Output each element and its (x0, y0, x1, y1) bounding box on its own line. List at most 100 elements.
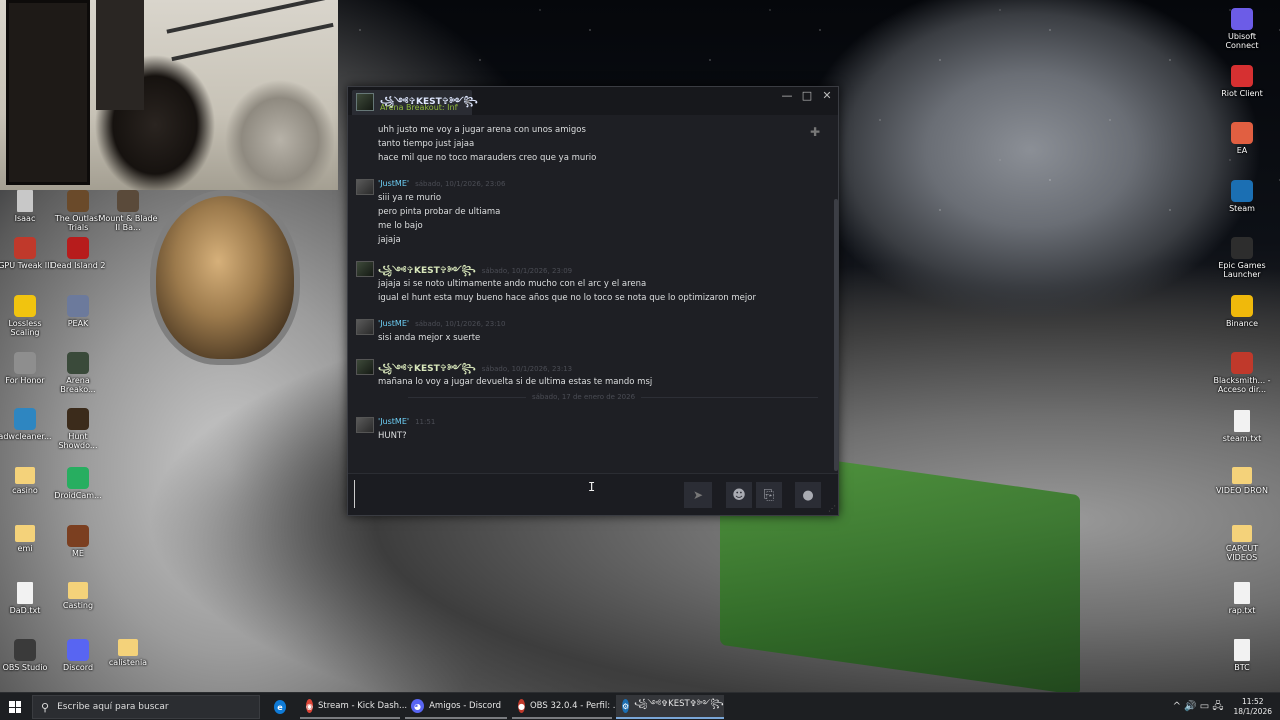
taskbar-app-3[interactable]: ● OBS 32.0.4 - Perfil: ... (512, 695, 621, 719)
taskbar-app-2[interactable]: ◕ Amigos - Discord (405, 695, 507, 719)
desktop-icon-right-2[interactable]: EA (1212, 122, 1272, 155)
desktop-icon-right-6[interactable]: Blacksmith... - Acceso dir... (1212, 352, 1272, 394)
desktop-icon-left-9[interactable]: adwcleaner... (0, 408, 55, 441)
sender-name[interactable]: 'JustME' (378, 179, 409, 188)
maximize-button[interactable]: □ (800, 89, 814, 103)
desktop-icon-right-8[interactable]: VIDEO DRON (1212, 467, 1272, 495)
desktop-icon-label: GPU Tweak III (0, 261, 52, 270)
message-timestamp: sábado, 10/1/2026, 23:13 (481, 365, 573, 373)
desktop-icon-left-13[interactable]: emi (0, 525, 55, 553)
desktop-icon-left-19[interactable]: calistenia (98, 639, 158, 667)
desktop-icon-label: Ubisoft Connect (1225, 32, 1259, 50)
message-text: mañana lo voy a jugar devuelta si de ult… (378, 377, 653, 387)
desktop-icon-left-12[interactable]: DroidCam... (48, 467, 108, 500)
minimize-button[interactable]: — (780, 89, 794, 103)
app-icon (14, 295, 36, 317)
app-icon (1231, 237, 1253, 259)
desktop-icon-label: casino (12, 486, 38, 495)
desktop-icon-right-5[interactable]: Binance (1212, 295, 1272, 328)
taskbar-app-icon: e (274, 700, 286, 714)
webcam-overlay (0, 0, 338, 190)
app-icon (67, 237, 89, 259)
sender-avatar[interactable] (356, 319, 374, 335)
desktop-icon-left-8[interactable]: Arena Breako... (48, 352, 108, 394)
sender-name[interactable]: ꧁༺✞KEST✞༻꧂ (378, 266, 476, 276)
desktop-icon-right-10[interactable]: rap.txt (1212, 582, 1272, 615)
chat-tab[interactable]: ꧁༺✞KEST✞༻꧂ Arena Breakout: Infi ✕ (352, 90, 478, 115)
sender-avatar[interactable] (356, 359, 374, 375)
desktop-icon-label: Hunt Showdo... (58, 432, 98, 450)
app-icon (67, 467, 89, 489)
app-icon (14, 639, 36, 661)
sender-avatar[interactable] (356, 261, 374, 277)
day-divider-label: sábado, 17 de enero de 2026 (526, 393, 642, 401)
desktop-icon-label: ME (72, 549, 84, 558)
desktop-icon-right-3[interactable]: Steam (1212, 180, 1272, 213)
desktop-icon-label: Blacksmith... - Acceso dir... (1213, 376, 1271, 394)
emoticon-button[interactable]: ☻ (726, 482, 752, 508)
taskbar-app-label: Stream - Kick Dash... (317, 701, 408, 711)
taskbar-app-0[interactable]: e (268, 695, 292, 719)
messages-scrollbar[interactable] (834, 199, 838, 471)
desktop-icon-left-14[interactable]: ME (48, 525, 108, 558)
send-button[interactable]: ➤ (684, 482, 712, 508)
desktop-icon-left-5[interactable]: Lossless Scaling (0, 295, 55, 337)
sender-name[interactable]: 'JustME' (378, 319, 409, 328)
desktop-icon-right-7[interactable]: steam.txt (1212, 410, 1272, 443)
attach-button[interactable]: ⎘ (756, 482, 782, 508)
app-icon (14, 352, 36, 374)
desktop-icon-label: Lossless Scaling (8, 319, 42, 337)
close-tab-icon[interactable]: ✕ (464, 98, 472, 108)
desktop-icon-left-4[interactable]: Dead Island 2 (48, 237, 108, 270)
sender-name[interactable]: 'JustME' (378, 417, 409, 426)
webcam-rack (171, 22, 334, 62)
desktop-icon-right-4[interactable]: Epic Games Launcher (1212, 237, 1272, 279)
sender-avatar[interactable] (356, 179, 374, 195)
desktop-icon-left-6[interactable]: PEAK (48, 295, 108, 328)
message-text: jajaja (378, 235, 401, 245)
close-button[interactable]: ✕ (820, 89, 834, 103)
desktop-icon-label: Steam (1229, 204, 1255, 213)
desktop-icon-right-0[interactable]: Ubisoft Connect (1212, 8, 1272, 50)
desktop-icon-left-17[interactable]: OBS Studio (0, 639, 55, 672)
day-divider: sábado, 17 de enero de 2026 (408, 393, 818, 401)
desktop-icon-label: Riot Client (1221, 89, 1263, 98)
desktop-icon-left-2[interactable]: Mount & Blade II Ba... (98, 190, 158, 232)
desktop-icon-label: steam.txt (1222, 434, 1262, 443)
folder-icon (15, 525, 35, 542)
desktop-icon-left-15[interactable]: DaD.txt (0, 582, 55, 615)
taskbar-app-4[interactable]: ⚙ ꧁༺✞KEST✞༻꧂ (616, 695, 724, 719)
sender-name[interactable]: ꧁༺✞KEST✞༻꧂ (378, 364, 476, 374)
desktop-icon-left-0[interactable]: Isaac (0, 190, 55, 223)
desktop-icon-left-3[interactable]: GPU Tweak III (0, 237, 55, 270)
desktop-icon-left-11[interactable]: casino (0, 467, 55, 495)
desktop-icon-label: VIDEO DRON (1216, 486, 1268, 495)
taskbar-search[interactable]: ⚲ Escribe aquí para buscar (32, 695, 260, 719)
desktop-icon-right-11[interactable]: BTC (1212, 639, 1272, 672)
desktop-icon-label: DaD.txt (9, 606, 41, 615)
desktop-icon-left-7[interactable]: For Honor (0, 352, 55, 385)
desktop-icon-left-10[interactable]: Hunt Showdo... (48, 408, 108, 450)
voice-chat-button[interactable]: ● (795, 482, 821, 508)
tray-icons[interactable]: ^ 🔊 ▭ 🖧 (1173, 699, 1224, 716)
taskbar-app-1[interactable]: ◉ Stream - Kick Dash... (300, 695, 407, 719)
file-icon (1234, 410, 1250, 432)
chat-message-input[interactable] (354, 480, 714, 508)
message-timestamp: 11:51 (415, 418, 436, 426)
sender-avatar[interactable] (356, 417, 374, 433)
webcam-frame (96, 0, 144, 110)
taskbar-clock[interactable]: 11:52 18/1/2026 (1234, 697, 1272, 717)
chat-titlebar[interactable]: ꧁༺✞KEST✞༻꧂ Arena Breakout: Infi ✕ — □ ✕ (348, 87, 838, 115)
start-button[interactable] (4, 697, 26, 717)
desktop-icon-right-9[interactable]: CAPCUT VIDEOS (1212, 525, 1272, 562)
taskbar-app-label: OBS 32.0.4 - Perfil: ... (529, 701, 621, 711)
desktop-icon-label: Epic Games Launcher (1218, 261, 1266, 279)
desktop-icon-left-16[interactable]: Casting (48, 582, 108, 610)
taskbar-app-icon: ⚙ (622, 699, 630, 713)
file-icon (1234, 582, 1250, 604)
message-history[interactable]: uhh justo me voy a jugar arena con unos … (348, 115, 832, 473)
desktop-icon-right-1[interactable]: Riot Client (1212, 65, 1272, 98)
resize-grip-icon[interactable]: ⋰ (828, 504, 836, 513)
tab-friend-status: Arena Breakout: Infi (380, 103, 458, 112)
pin-icon[interactable]: ✚ (810, 125, 820, 139)
